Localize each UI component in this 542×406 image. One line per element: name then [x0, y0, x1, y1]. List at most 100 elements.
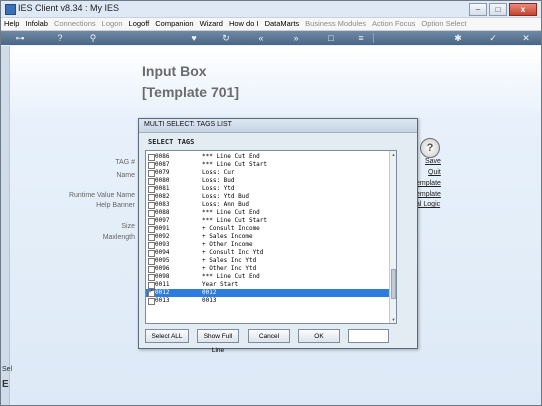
row-checkbox[interactable] — [148, 282, 155, 289]
list-item[interactable]: 0097 *** Line Cut Start — [146, 217, 389, 225]
list-item[interactable]: 0082 Loss: Ytd Bud — [146, 193, 389, 201]
cancel-button[interactable]: Cancel — [248, 329, 290, 343]
row-checkbox[interactable] — [148, 178, 155, 185]
row-checkbox[interactable] — [148, 194, 155, 201]
row-description: *** Line Cut End — [202, 153, 260, 160]
menu-how-do-i[interactable]: How do I — [226, 18, 262, 30]
close-window-button[interactable]: x — [509, 3, 537, 16]
list-item[interactable]: 0087 *** Line Cut Start — [146, 161, 389, 169]
list-item[interactable]: 0079 Loss: Cur — [146, 169, 389, 177]
minimize-button[interactable]: – — [469, 3, 487, 16]
menu-logon[interactable]: Logon — [99, 18, 126, 30]
row-code: 0096 — [155, 265, 170, 272]
row-checkbox[interactable] — [148, 218, 155, 225]
menu-wizard[interactable]: Wizard — [197, 18, 226, 30]
row-checkbox[interactable] — [148, 210, 155, 217]
list-item[interactable]: 0011 Year Start — [146, 281, 389, 289]
forward-icon[interactable]: » — [289, 31, 303, 45]
list-icon[interactable]: ≡ — [354, 31, 368, 45]
dialog-input-field[interactable] — [348, 329, 389, 343]
row-checkbox[interactable] — [148, 234, 155, 241]
tags-list[interactable]: 0013 0013 ✓ 0012 0012 0011 Year Start 0098 *** L… — [145, 150, 397, 324]
row-description: *** Line Cut End — [202, 273, 260, 280]
list-item[interactable]: ✓ 0012 0012 — [146, 289, 389, 297]
row-code: 0092 — [155, 233, 170, 240]
menu-companion[interactable]: Companion — [152, 18, 196, 30]
list-item[interactable]: 0086 *** Line Cut End — [146, 153, 389, 161]
row-checkbox[interactable] — [148, 274, 155, 281]
list-item[interactable]: 0013 0013 — [146, 297, 389, 305]
menu-connections[interactable]: Connections — [51, 18, 99, 30]
help-icon[interactable]: ? — [53, 31, 67, 45]
menu-datamarts[interactable]: DataMarts — [262, 18, 303, 30]
toolbar-separator — [373, 33, 374, 43]
list-item[interactable]: 0096 + Other Inc Ytd — [146, 265, 389, 273]
list-item[interactable]: 0098 *** Line Cut End — [146, 273, 389, 281]
field-label-tag: TAG # — [115, 159, 135, 166]
row-checkbox[interactable] — [148, 154, 155, 161]
row-checkbox[interactable] — [148, 186, 155, 193]
key-icon[interactable]: ⊶ — [9, 31, 31, 45]
left-edge-label-2: E — [2, 379, 9, 390]
row-checkbox[interactable] — [148, 162, 155, 169]
check-icon: ✓ — [149, 288, 153, 295]
list-item[interactable]: 0092 + Sales Income — [146, 233, 389, 241]
vertical-scrollbar[interactable]: ▲ ▼ — [389, 151, 396, 323]
list-item[interactable]: 0091 + Consult Income — [146, 225, 389, 233]
row-checkbox[interactable] — [148, 226, 155, 233]
row-code: 0080 — [155, 177, 170, 184]
row-checkbox[interactable] — [148, 258, 155, 265]
quit-link[interactable]: Quit — [428, 169, 441, 176]
check-icon[interactable]: ✓ — [486, 31, 500, 45]
template-link[interactable]: emplate — [416, 180, 441, 187]
list-item[interactable]: 0081 Loss: Ytd — [146, 185, 389, 193]
list-item[interactable]: 0083 Loss: Ann Bud — [146, 201, 389, 209]
row-description: Loss: Cur — [202, 169, 235, 176]
select-all-button[interactable]: Select ALL — [145, 329, 189, 343]
list-item[interactable]: 0095 + Sales Inc Ytd — [146, 257, 389, 265]
back-icon[interactable]: « — [254, 31, 268, 45]
help-circle-icon[interactable]: ? — [420, 138, 440, 158]
row-checkbox[interactable]: ✓ — [148, 288, 155, 297]
row-description: + Consult Inc Ytd — [202, 249, 264, 256]
close-icon[interactable]: ✕ — [519, 31, 533, 45]
row-checkbox[interactable] — [148, 170, 155, 177]
row-code: 0091 — [155, 225, 170, 232]
scroll-thumb[interactable] — [391, 269, 396, 299]
maximize-button[interactable]: □ — [489, 3, 507, 16]
row-checkbox[interactable] — [148, 250, 155, 257]
menu-option-select[interactable]: Option Select — [418, 18, 469, 30]
search-icon[interactable]: ⚲ — [86, 31, 100, 45]
field-label-name: Name — [116, 172, 135, 179]
list-item[interactable]: 0094 + Consult Inc Ytd — [146, 249, 389, 257]
row-checkbox[interactable] — [148, 298, 155, 305]
template-link-2[interactable]: emplate — [416, 191, 441, 198]
ok-button[interactable]: OK — [298, 329, 340, 343]
scroll-up-icon[interactable]: ▲ — [390, 151, 396, 158]
save-link[interactable]: Save — [425, 158, 441, 165]
logic-link[interactable]: al Logic — [416, 201, 440, 208]
field-label-help-banner: Help Banner — [96, 202, 135, 209]
show-full-line-button[interactable]: Show Full Line — [197, 329, 239, 354]
row-description: + Sales Inc Ytd — [202, 257, 257, 264]
list-item[interactable]: 0088 *** Line Cut End — [146, 209, 389, 217]
stop-icon[interactable]: □ — [324, 31, 338, 45]
refresh-icon[interactable]: ↻ — [219, 31, 233, 45]
row-description: Loss: Ann Bud — [202, 201, 249, 208]
row-description: + Other Income — [202, 241, 253, 248]
row-description: + Consult Income — [202, 225, 260, 232]
menu-action-focus[interactable]: Action Focus — [369, 18, 418, 30]
list-item[interactable]: 0080 Loss: Bud — [146, 177, 389, 185]
menu-help[interactable]: Help — [1, 18, 22, 30]
scroll-down-icon[interactable]: ▼ — [390, 316, 396, 323]
settings-icon[interactable]: ✱ — [451, 31, 465, 45]
heart-icon[interactable]: ♥ — [187, 31, 201, 45]
row-checkbox[interactable] — [148, 242, 155, 249]
row-code: 0097 — [155, 217, 170, 224]
menu-business-modules[interactable]: Business Modules — [302, 18, 369, 30]
menu-infolab[interactable]: Infolab — [22, 18, 51, 30]
row-checkbox[interactable] — [148, 266, 155, 273]
list-item[interactable]: 0093 + Other Income — [146, 241, 389, 249]
menu-logoff[interactable]: Logoff — [126, 18, 153, 30]
row-checkbox[interactable] — [148, 202, 155, 209]
